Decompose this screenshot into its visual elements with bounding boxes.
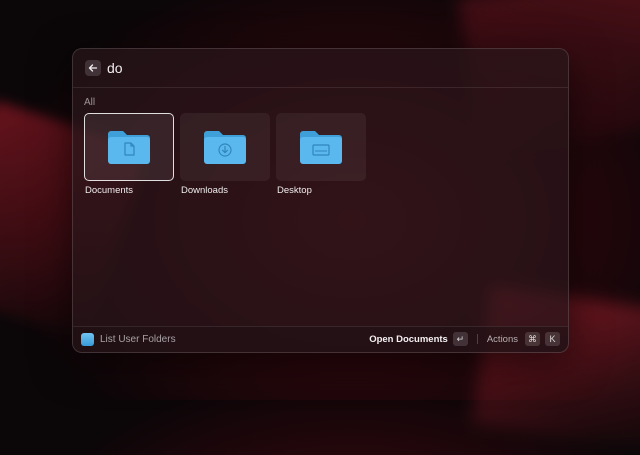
folder-download-icon: [204, 131, 246, 164]
back-button[interactable]: [85, 60, 101, 76]
tile: [276, 113, 366, 181]
section-label: All: [84, 97, 96, 108]
tile: [84, 113, 174, 181]
grid-item-downloads[interactable]: Downloads: [180, 113, 270, 196]
actions-button[interactable]: Actions: [487, 334, 518, 345]
action-bar: List User Folders Open Documents ↵ Actio…: [73, 326, 568, 352]
item-label: Documents: [85, 185, 134, 196]
folder-desktop-icon: [300, 131, 342, 164]
footer-actions: Open Documents ↵ Actions ⌘ K: [369, 332, 560, 346]
divider: [476, 334, 478, 344]
grid-item-documents[interactable]: Documents: [84, 113, 174, 196]
arrow-left-icon: [88, 64, 98, 72]
folder-app-icon: [81, 333, 94, 346]
command-key-icon: ⌘: [525, 332, 540, 346]
search-input[interactable]: [107, 58, 407, 78]
folder-document-icon: [108, 131, 150, 164]
k-key-icon: K: [545, 332, 560, 346]
open-documents-button[interactable]: Open Documents: [369, 334, 448, 345]
return-key-icon: ↵: [452, 332, 468, 346]
grid-item-desktop[interactable]: Desktop: [276, 113, 366, 196]
item-label: Desktop: [277, 185, 312, 196]
search-bar: [73, 49, 568, 88]
item-label: Downloads: [181, 185, 228, 196]
launcher-window: All Documents Downloads: [72, 48, 569, 353]
command-title: List User Folders: [100, 334, 176, 345]
tile: [180, 113, 270, 181]
